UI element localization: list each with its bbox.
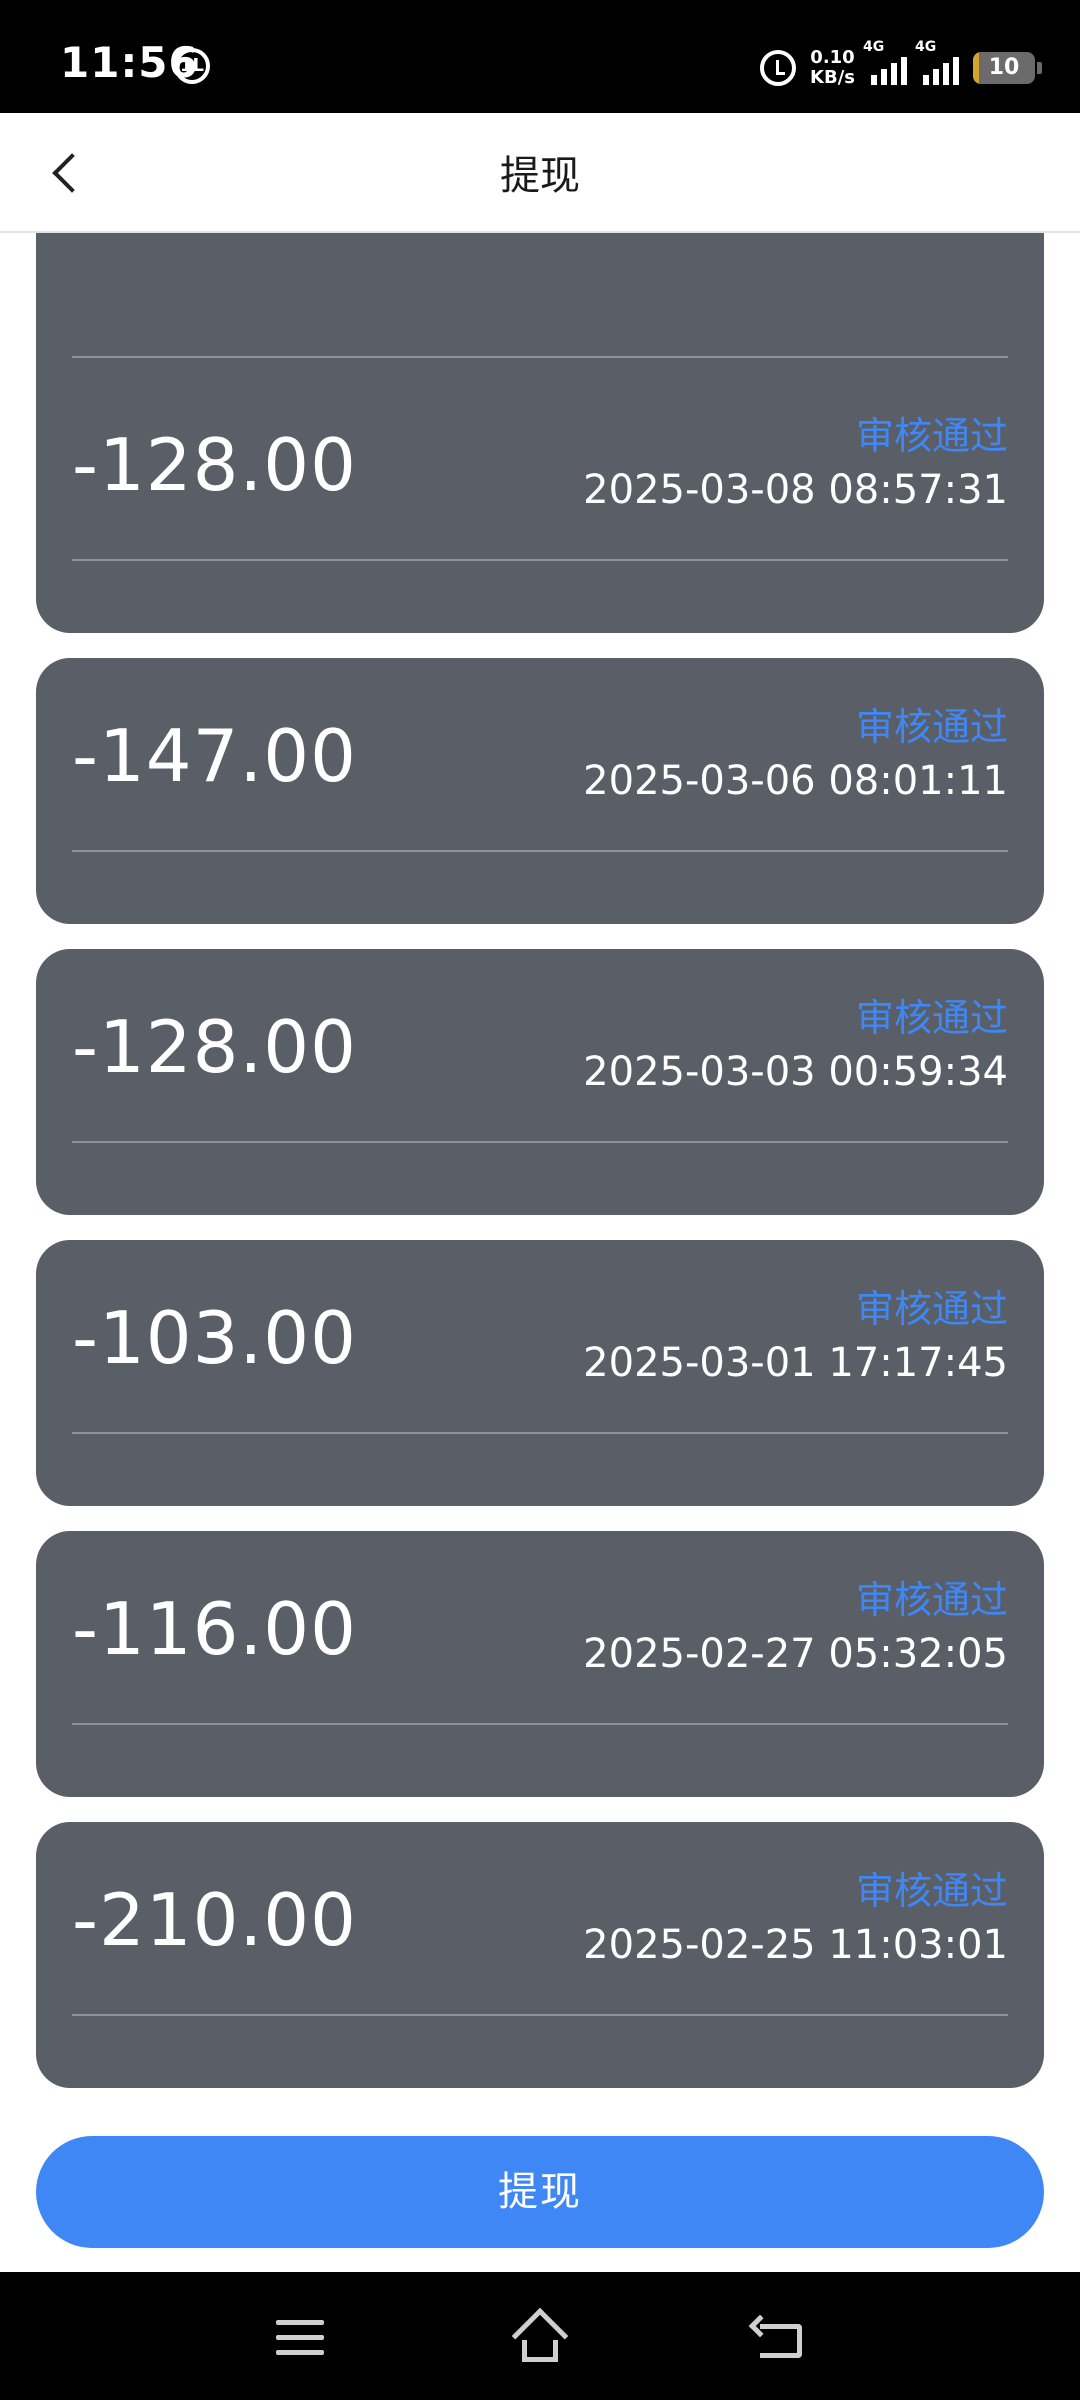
record-divider — [72, 2014, 1008, 2016]
withdrawal-record-card[interactable]: -147.00 审核通过 2025-03-06 08:01:11 — [36, 658, 1044, 924]
signal-sim1-label: 4G — [863, 39, 885, 55]
record-amount: -116.00 — [72, 1587, 357, 1671]
record-divider — [72, 850, 1008, 852]
record-status: 审核通过 — [855, 1869, 1008, 1913]
alarm-icon — [760, 50, 797, 86]
status-indicators: 0.10 KB/s 4G 4G 10 — [760, 38, 1042, 98]
record-datetime: 2025-03-03 00:59:34 — [583, 1049, 1008, 1095]
battery-tip — [1037, 62, 1042, 74]
signal-sim1-icon: 4G — [863, 39, 907, 85]
signal-sim2-label: 4G — [915, 39, 937, 55]
back-icon[interactable] — [748, 2314, 804, 2360]
record-status: 审核通过 — [855, 996, 1008, 1040]
system-nav-bar — [0, 2272, 1080, 2400]
record-status: 审核通过 — [855, 1287, 1008, 1331]
battery-level: 10 — [988, 55, 1020, 80]
record-amount: -128.00 — [72, 423, 357, 507]
network-speed-value: 0.10 — [810, 47, 855, 68]
status-bar: 11:56 1L 0.10 KB/s 4G 4G 10 — [0, 0, 1080, 113]
record-amount: -210.00 — [72, 1878, 357, 1962]
record-divider — [72, 1432, 1008, 1434]
record-datetime: 2025-03-01 17:17:45 — [583, 1340, 1008, 1386]
record-amount: -128.00 — [72, 1005, 357, 1089]
record-amount: -103.00 — [72, 1296, 357, 1380]
notification-icon: 1L — [174, 48, 210, 84]
record-datetime: 2025-02-27 05:32:05 — [583, 1631, 1008, 1677]
record-datetime: 2025-03-08 08:57:31 — [583, 467, 1008, 513]
signal-sim2-icon: 4G — [915, 39, 959, 85]
record-status: 审核通过 — [855, 705, 1008, 749]
withdrawal-record-card[interactable]: -116.00 审核通过 2025-02-27 05:32:05 — [36, 1531, 1044, 1797]
record-status: 审核通过 — [855, 1578, 1008, 1622]
record-divider — [72, 1141, 1008, 1143]
withdrawal-record-card[interactable]: -210.00 审核通过 2025-02-25 11:03:01 — [36, 1822, 1044, 2088]
record-divider — [72, 559, 1008, 561]
withdraw-button[interactable]: 提现 — [36, 2136, 1044, 2248]
record-datetime: 2025-02-25 11:03:01 — [583, 1922, 1008, 1968]
withdrawal-record-card[interactable]: -103.00 审核通过 2025-03-01 17:17:45 — [36, 1240, 1044, 1506]
record-status: 审核通过 — [855, 414, 1008, 458]
withdrawal-record-card[interactable]: -128.00 审核通过 2025-03-03 00:59:34 — [36, 949, 1044, 1215]
network-speed-unit: KB/s — [810, 67, 855, 88]
record-divider — [72, 1723, 1008, 1725]
battery-icon: 10 — [973, 52, 1035, 84]
withdrawal-list[interactable]: -128.00 审核通过 2025-03-08 08:57:31 -147.00… — [0, 233, 1080, 2113]
page-title: 提现 — [500, 153, 580, 199]
record-divider — [72, 356, 1008, 358]
home-icon[interactable] — [510, 2307, 570, 2366]
record-amount: -147.00 — [72, 714, 357, 798]
withdrawal-record-card[interactable]: -128.00 审核通过 2025-03-08 08:57:31 — [36, 367, 1044, 633]
record-datetime: 2025-03-06 08:01:11 — [583, 758, 1008, 804]
network-speed: 0.10 KB/s — [810, 48, 855, 88]
menu-icon[interactable] — [276, 2318, 324, 2358]
app-header: 提现 — [0, 113, 1080, 233]
